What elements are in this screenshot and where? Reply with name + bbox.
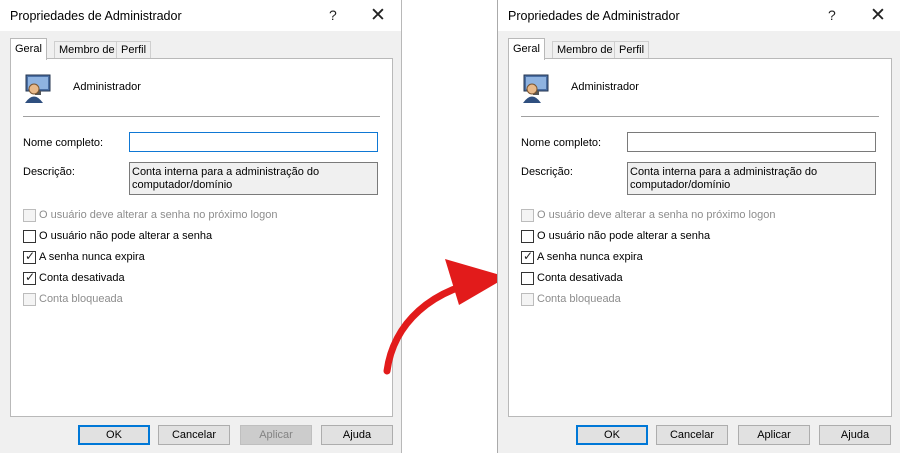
check-mark-icon: ✓ [25, 249, 36, 263]
curved-arrow-icon [383, 259, 507, 375]
full-name-label: Nome completo: [521, 137, 602, 149]
checkbox-box[interactable]: ✓ [23, 270, 36, 285]
checkbox-box[interactable] [23, 209, 36, 222]
dialog-before: Propriedades de Administrador ? ✕ Geral … [0, 0, 402, 453]
checkbox-label: Conta bloqueada [537, 293, 621, 305]
description-label: Descrição: [23, 166, 75, 178]
checkbox-box[interactable]: ✓ [23, 249, 36, 264]
ok-button[interactable]: OK [576, 425, 648, 445]
checkbox-label: A senha nunca expira [537, 251, 643, 263]
apply-button[interactable]: Aplicar [240, 425, 312, 445]
description-label: Descrição: [521, 166, 573, 178]
tab-membro-de[interactable]: Membro de [54, 41, 120, 59]
title-bar: Propriedades de Administrador ? ✕ [0, 0, 401, 31]
apply-button[interactable]: Aplicar [738, 425, 810, 445]
close-button[interactable]: ✕ [370, 4, 386, 26]
ok-button[interactable]: OK [78, 425, 150, 445]
checkbox-box[interactable] [521, 293, 534, 306]
full-name-field[interactable] [627, 132, 876, 152]
help-button[interactable]: Ajuda [321, 425, 393, 445]
close-button[interactable]: ✕ [870, 4, 886, 26]
tab-membro-de[interactable]: Membro de [552, 41, 618, 59]
user-computer-icon [523, 74, 549, 103]
checkbox-box[interactable] [23, 230, 36, 243]
checkbox-box[interactable] [521, 209, 534, 222]
dialog-title: Propriedades de Administrador [10, 9, 182, 23]
check-mark-icon: ✓ [25, 270, 36, 284]
dialog-after: Propriedades de Administrador ? ✕ Geral … [497, 0, 900, 453]
checkbox-box[interactable]: ✓ [521, 249, 534, 264]
check-mark-icon: ✓ [523, 249, 534, 263]
checkbox-label: O usuário deve alterar a senha no próxim… [39, 209, 278, 221]
separator [521, 116, 879, 117]
checkbox-label: O usuário não pode alterar a senha [537, 230, 711, 242]
checkbox-label: O usuário não pode alterar a senha [39, 230, 213, 242]
user-name: Administrador [73, 81, 141, 93]
checkbox-label: O usuário deve alterar a senha no próxim… [537, 209, 776, 221]
cancel-button[interactable]: Cancelar [656, 425, 728, 445]
tab-panel-geral: Administrador Nome completo: Descrição: … [10, 58, 393, 417]
checkbox-label: Conta desativada [537, 272, 623, 284]
user-computer-icon [25, 74, 51, 103]
checkbox-box[interactable] [23, 293, 36, 306]
checkbox-label: Conta bloqueada [39, 293, 123, 305]
full-name-label: Nome completo: [23, 137, 104, 149]
user-name: Administrador [571, 81, 639, 93]
checkbox-label: Conta desativada [39, 272, 125, 284]
description-field[interactable]: Conta interna para a administração do co… [129, 162, 378, 195]
description-field[interactable]: Conta interna para a administração do co… [627, 162, 876, 195]
title-bar: Propriedades de Administrador ? ✕ [498, 0, 900, 31]
help-title-button[interactable]: ? [828, 7, 836, 23]
cancel-button[interactable]: Cancelar [158, 425, 230, 445]
separator [23, 116, 380, 117]
full-name-field[interactable] [129, 132, 378, 152]
checkbox-label: A senha nunca expira [39, 251, 145, 263]
tab-geral[interactable]: Geral [508, 38, 545, 60]
checkbox-box[interactable] [521, 272, 534, 285]
dialog-title: Propriedades de Administrador [508, 9, 680, 23]
tab-panel-geral: Administrador Nome completo: Descrição: … [508, 58, 892, 417]
tab-perfil[interactable]: Perfil [614, 41, 650, 59]
help-button[interactable]: Ajuda [819, 425, 891, 445]
tab-perfil[interactable]: Perfil [116, 41, 152, 59]
help-title-button[interactable]: ? [329, 7, 337, 23]
checkbox-box[interactable] [521, 230, 534, 243]
tab-geral[interactable]: Geral [10, 38, 47, 60]
